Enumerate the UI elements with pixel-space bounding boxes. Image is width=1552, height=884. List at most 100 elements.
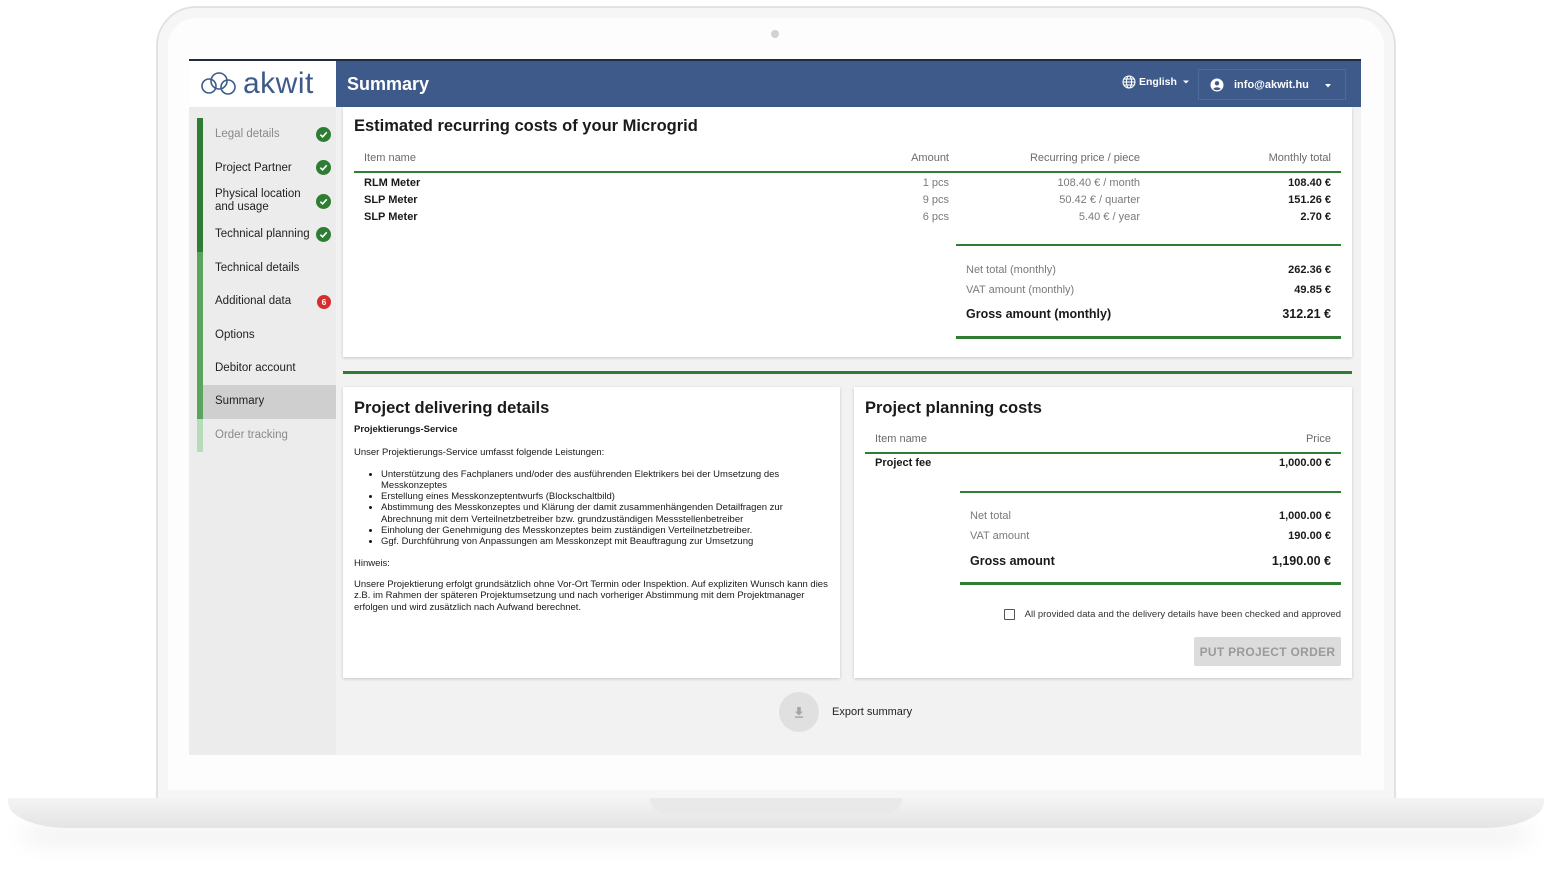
net-total-label: Net total — [970, 510, 1011, 522]
laptop-notch — [650, 798, 902, 814]
sidebar-item-summary[interactable]: Summary — [197, 385, 336, 419]
table-header-divider — [354, 171, 1341, 173]
row-amount: 1 pcs — [922, 177, 949, 189]
totals-top-divider — [960, 491, 1341, 493]
row-item: Project fee — [875, 457, 932, 469]
main-content: Estimated recurring costs of your Microg… — [336, 107, 1361, 755]
gross-amount-label: Gross amount (monthly) — [966, 307, 1112, 321]
vat-amount-value: 49.85 € — [1294, 284, 1331, 296]
list-item: Erstellung eines Messkonzeptentwurfs (Bl… — [381, 491, 829, 502]
gross-amount-label: Gross amount — [970, 554, 1055, 568]
table-header-divider — [865, 452, 1341, 454]
gross-amount-value: 1,190.00 € — [1271, 554, 1331, 568]
planning-costs-title: Project planning costs — [865, 399, 1042, 417]
sidebar-item-label: Options — [215, 328, 255, 341]
sidebar-item-label: Order tracking — [215, 428, 288, 441]
note-label: Hinweis: — [354, 557, 390, 569]
list-item: Ggf. Durchführung von Anpassungen am Mes… — [381, 536, 829, 547]
cloud-logo-icon — [201, 72, 236, 95]
put-project-order-button[interactable]: PUT PROJECT ORDER — [1194, 637, 1341, 666]
account-circle-icon — [1210, 78, 1224, 91]
check-circle-icon — [316, 227, 331, 243]
sidebar-item-order-tracking[interactable]: Order tracking — [197, 418, 336, 452]
approval-checkbox[interactable] — [1004, 609, 1015, 620]
note-text: Unsere Projektierung erfolgt grundsätzli… — [354, 578, 828, 613]
sidebar-item-label: Legal details — [215, 128, 280, 141]
check-circle-icon — [316, 127, 331, 142]
error-count-badge: 6 — [317, 294, 331, 309]
page-title: Summary — [347, 73, 430, 94]
sidebar-item-label: Debitor account — [215, 361, 296, 374]
list-item: Unterstützung des Fachplaners und/oder d… — [381, 469, 829, 492]
net-total-value: 262.36 € — [1288, 264, 1331, 276]
recurring-costs-title: Estimated recurring costs of your Microg… — [354, 117, 698, 135]
net-total-label: Net total (monthly) — [966, 264, 1056, 276]
camera-dot — [771, 30, 779, 38]
list-item: Einholung der Genehmigung des Messkonzep… — [381, 525, 829, 536]
col-amount: Amount — [911, 152, 949, 164]
row-price: 50.42 € / quarter — [1059, 194, 1140, 206]
delivering-details-card: Project delivering details Projektierung… — [343, 387, 840, 678]
sidebar-item-options[interactable]: Options — [197, 318, 336, 352]
globe-icon — [1122, 75, 1136, 89]
row-amount: 9 pcs — [922, 194, 949, 206]
language-selector[interactable]: English — [1122, 75, 1192, 89]
row-item: SLP Meter — [364, 211, 418, 223]
brand-name: akwit — [243, 67, 314, 100]
service-name: Projektierungs-Service — [354, 424, 458, 435]
sidebar-item-debitor-account[interactable]: Debitor account — [197, 351, 336, 386]
language-label: English — [1139, 76, 1177, 88]
row-total: 108.40 € — [1288, 177, 1331, 189]
row-item: RLM Meter — [364, 177, 421, 189]
row-price: 1,000.00 € — [1279, 457, 1331, 469]
caret-down-icon — [1325, 84, 1331, 88]
check-circle-icon — [316, 160, 331, 176]
row-price: 108.40 € / month — [1057, 177, 1140, 189]
caret-down-icon — [1182, 80, 1189, 84]
vat-amount-label: VAT amount (monthly) — [966, 284, 1075, 296]
totals-bottom-divider — [956, 336, 1341, 339]
sidebar-item-technical-details[interactable]: Technical details — [197, 251, 336, 285]
net-total-value: 1,000.00 € — [1279, 510, 1331, 522]
row-total: 2.70 € — [1300, 211, 1331, 223]
col-price: Price — [1305, 433, 1331, 445]
gross-amount-value: 312.21 € — [1282, 307, 1331, 321]
col-item-name: Item name — [364, 152, 416, 164]
approval-label[interactable]: All provided data and the delivery detai… — [1025, 609, 1341, 620]
sidebar: akwit Legal details Project Partner Phys… — [189, 61, 336, 755]
row-price: 5.40 € / year — [1078, 211, 1140, 223]
section-divider — [343, 371, 1352, 374]
app-screen: akwit Legal details Project Partner Phys… — [189, 59, 1361, 755]
totals-bottom-divider — [960, 582, 1341, 585]
delivering-details-body: Projektierungs-Service Unser Projektieru… — [354, 424, 829, 613]
export-summary-button[interactable] — [779, 692, 819, 732]
sidebar-item-label: Physical location and usage — [215, 188, 301, 214]
sidebar-item-label: Technical details — [215, 261, 300, 274]
sidebar-item-physical-location[interactable]: Physical location and usage — [197, 184, 336, 219]
service-bullets: Unterstützung des Fachplaners und/oder d… — [381, 469, 829, 548]
user-menu[interactable]: info@akwit.hu — [1198, 69, 1346, 100]
delivering-details-title: Project delivering details — [354, 399, 550, 417]
row-item: SLP Meter — [364, 194, 418, 206]
export-summary-label[interactable]: Export summary — [832, 706, 912, 718]
sidebar-item-additional-data[interactable]: Additional data 6 — [197, 284, 336, 319]
check-circle-icon — [316, 193, 331, 209]
sidebar-item-technical-planning[interactable]: Technical planning — [197, 218, 336, 252]
sidebar-item-project-partner[interactable]: Project Partner — [197, 151, 336, 185]
row-amount: 6 pcs — [922, 211, 949, 223]
planning-costs-card: Project planning costs Item name Price P… — [854, 387, 1352, 678]
list-item: Abstimmung des Messkonzeptes und Klärung… — [381, 502, 829, 525]
col-recurring-price: Recurring price / piece — [1029, 152, 1140, 164]
col-item-name: Item name — [875, 433, 927, 445]
step-list: Legal details Project Partner Physical l… — [197, 118, 336, 452]
sidebar-item-legal-details[interactable]: Legal details — [197, 118, 336, 152]
sidebar-item-label: Project Partner — [215, 161, 292, 174]
service-intro: Unser Projektierungs-Service umfasst fol… — [354, 447, 605, 459]
user-email: info@akwit.hu — [1234, 78, 1309, 91]
row-total: 151.26 € — [1288, 194, 1331, 206]
download-icon — [795, 707, 803, 718]
vat-amount-label: VAT amount — [970, 530, 1030, 542]
totals-top-divider — [956, 244, 1341, 246]
vat-amount-value: 190.00 € — [1288, 530, 1331, 542]
logo[interactable]: akwit — [189, 61, 336, 107]
